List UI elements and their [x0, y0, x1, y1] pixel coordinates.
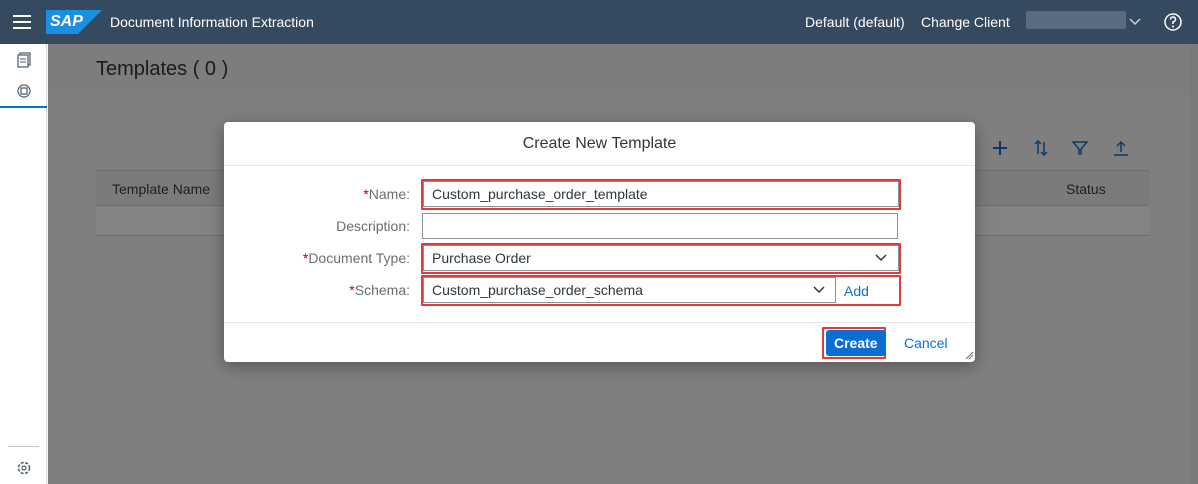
menu-icon [13, 15, 31, 29]
filter-icon [1071, 141, 1089, 155]
client-label: Default (default) [805, 14, 905, 30]
side-navigation [0, 44, 47, 484]
nav-item-templates[interactable] [0, 76, 47, 108]
column-header-status[interactable]: Status [1066, 181, 1106, 197]
templates-icon [16, 84, 31, 98]
app-title: Document Information Extraction [110, 14, 314, 30]
cancel-button[interactable]: Cancel [896, 330, 956, 356]
dialog-title: Create New Template [224, 122, 975, 166]
settings-icon [17, 461, 30, 475]
scrollbar[interactable] [1190, 44, 1198, 484]
description-label: Description: [336, 218, 410, 234]
nav-item-settings[interactable] [0, 452, 47, 484]
document-type-value: Purchase Order [432, 250, 531, 266]
shell-bar: SAP Document Information Extraction Defa… [0, 0, 1198, 44]
schema-label: *Schema: [349, 282, 410, 298]
add-icon [993, 141, 1007, 155]
page-title: Templates ( 0 ) [96, 58, 229, 80]
schema-select[interactable]: Custom_purchase_order_schema [423, 277, 836, 303]
sort-button[interactable] [1029, 136, 1053, 160]
filter-button[interactable] [1068, 136, 1092, 160]
page-header: Templates ( 0 ) [48, 44, 1198, 94]
name-input[interactable] [423, 181, 899, 207]
create-button[interactable]: Create [826, 330, 886, 356]
nav-item-documents[interactable] [0, 44, 47, 76]
menu-button[interactable] [0, 0, 44, 44]
document-type-select[interactable]: Purchase Order [423, 245, 899, 271]
document-icon [16, 52, 31, 68]
document-type-label: *Document Type: [302, 250, 410, 266]
add-schema-link[interactable]: Add [844, 283, 869, 299]
change-client-link[interactable]: Change Client [921, 14, 1010, 30]
name-label: *Name: [363, 186, 410, 202]
resize-handle-icon[interactable] [964, 350, 974, 360]
chevron-down-icon[interactable] [874, 251, 888, 265]
nav-separator [8, 446, 39, 447]
upload-icon [1114, 140, 1128, 156]
chevron-down-icon[interactable] [812, 283, 826, 297]
help-icon[interactable] [1163, 12, 1183, 32]
sort-icon [1034, 139, 1048, 157]
user-menu[interactable] [1026, 11, 1126, 29]
chevron-down-icon[interactable] [1128, 15, 1142, 29]
create-template-dialog: Create New Template *Name: Description: … [224, 122, 975, 362]
schema-value: Custom_purchase_order_schema [432, 282, 643, 298]
sap-logo[interactable]: SAP [46, 10, 102, 34]
add-template-button[interactable] [988, 136, 1012, 160]
column-header-template-name[interactable]: Template Name [112, 181, 210, 197]
description-input[interactable] [422, 213, 898, 239]
sap-logo-text: SAP [50, 13, 83, 30]
upload-button[interactable] [1109, 136, 1133, 160]
